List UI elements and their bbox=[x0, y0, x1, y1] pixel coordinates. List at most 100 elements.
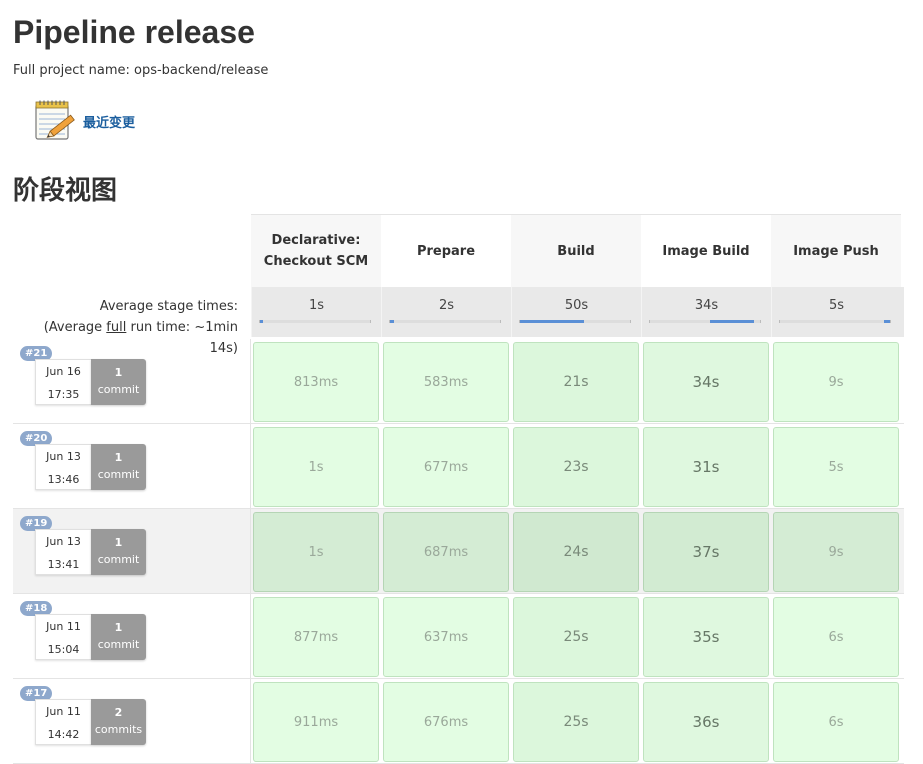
build-row[interactable]: #21 Jun 16 17:35 1 commit 813ms 583ms 21s 34s 9s bbox=[13, 339, 904, 424]
average-time-value: 5s bbox=[828, 298, 845, 313]
stage-cell-success[interactable]: 677ms bbox=[383, 427, 509, 507]
stage-header-image-build: Image Build bbox=[641, 214, 771, 287]
recent-changes-link[interactable]: 最近变更 bbox=[33, 99, 135, 143]
stage-cell-success[interactable]: 813ms bbox=[253, 342, 379, 422]
build-date: Jun 11 15:04 bbox=[35, 614, 91, 660]
stage-header-row: Declarative: Checkout SCM Prepare Build … bbox=[251, 214, 904, 287]
average-time-value: 34s bbox=[694, 298, 719, 313]
build-row[interactable]: #18 Jun 11 15:04 1 commit 877ms 637ms 25s 35s 6s bbox=[13, 594, 904, 679]
average-time-bar bbox=[649, 320, 761, 323]
build-date: Jun 16 17:35 bbox=[35, 359, 91, 405]
stage-view-table: Declarative: Checkout SCM Prepare Build … bbox=[13, 214, 904, 764]
commits-button[interactable]: 2 commits bbox=[91, 699, 146, 745]
stage-cell-success[interactable]: 25s bbox=[513, 682, 639, 762]
stage-cells: 877ms 637ms 25s 35s 6s bbox=[253, 597, 904, 677]
stage-name: Build bbox=[557, 243, 595, 259]
stage-name: Image Push bbox=[793, 243, 879, 259]
row-divider bbox=[250, 424, 251, 509]
build-date-time: 15:04 bbox=[47, 643, 80, 656]
stage-cell-success[interactable]: 676ms bbox=[383, 682, 509, 762]
average-time-bar bbox=[259, 320, 371, 323]
average-stage-times-text: Average stage times: bbox=[99, 299, 238, 314]
stage-cell-success[interactable]: 37s bbox=[643, 512, 769, 592]
commits-label: commit bbox=[97, 553, 140, 566]
average-time-cell: 2s bbox=[381, 287, 511, 337]
stage-header-build: Build bbox=[511, 214, 641, 287]
stage-header-image-push: Image Push bbox=[771, 214, 901, 287]
commits-label: commit bbox=[97, 468, 140, 481]
stage-cell-success[interactable]: 23s bbox=[513, 427, 639, 507]
stage-cells: 1s 687ms 24s 37s 9s bbox=[253, 512, 904, 592]
stage-cells: 911ms 676ms 25s 36s 6s bbox=[253, 682, 904, 762]
average-time-value: 2s bbox=[438, 298, 455, 313]
full-project-name: Full project name: ops-backend/release bbox=[13, 63, 269, 78]
build-date-time: 17:35 bbox=[47, 388, 80, 401]
stage-header-prepare: Prepare bbox=[381, 214, 511, 287]
average-time-bar-fill bbox=[710, 320, 754, 323]
stage-cell-success[interactable]: 6s bbox=[773, 682, 899, 762]
stage-cell-success[interactable]: 6s bbox=[773, 597, 899, 677]
row-divider bbox=[250, 509, 251, 594]
stage-cell-success[interactable]: 21s bbox=[513, 342, 639, 422]
build-date-time: 13:46 bbox=[47, 473, 80, 486]
stage-header-declarative-checkout: Declarative: Checkout SCM bbox=[251, 214, 381, 287]
stage-view-title: 阶段视图 bbox=[13, 176, 118, 206]
build-row[interactable]: #20 Jun 13 13:46 1 commit 1s 677ms 23s 31s 5s bbox=[13, 424, 904, 509]
row-divider bbox=[250, 339, 251, 424]
stage-cell-success[interactable]: 25s bbox=[513, 597, 639, 677]
stage-cell-success[interactable]: 35s bbox=[643, 597, 769, 677]
page-title: Pipeline release bbox=[13, 14, 255, 50]
average-time-bar bbox=[519, 320, 631, 323]
commits-count: 1 bbox=[114, 621, 123, 634]
stage-cell-success[interactable]: 637ms bbox=[383, 597, 509, 677]
commits-label: commit bbox=[97, 638, 140, 651]
stage-cell-success[interactable]: 583ms bbox=[383, 342, 509, 422]
build-date-day: Jun 13 bbox=[46, 450, 81, 463]
build-date: Jun 11 14:42 bbox=[35, 699, 91, 745]
build-row[interactable]: #19 Jun 13 13:41 1 commit 1s 687ms 24s 37s 9s bbox=[13, 509, 904, 594]
average-time-bar bbox=[779, 320, 891, 323]
recent-changes-label: 最近变更 bbox=[83, 115, 136, 131]
commits-button[interactable]: 1 commit bbox=[91, 444, 146, 490]
average-time-value: 50s bbox=[564, 298, 589, 313]
stage-cell-success[interactable]: 1s bbox=[253, 512, 379, 592]
stage-cell-success[interactable]: 687ms bbox=[383, 512, 509, 592]
average-time-value: 1s bbox=[308, 298, 325, 313]
stage-name: Image Build bbox=[662, 243, 750, 259]
stage-cell-success[interactable]: 1s bbox=[253, 427, 379, 507]
full-run-link[interactable]: full bbox=[106, 320, 126, 335]
average-time-cell: 1s bbox=[251, 287, 381, 337]
build-date-day: Jun 11 bbox=[46, 705, 81, 718]
stage-name-line2: Checkout SCM bbox=[263, 254, 369, 269]
commits-label: commits bbox=[94, 723, 143, 736]
commits-count: 1 bbox=[114, 451, 123, 464]
build-date-day: Jun 11 bbox=[46, 620, 81, 633]
stage-cell-success[interactable]: 31s bbox=[643, 427, 769, 507]
average-time-bar-fill bbox=[260, 320, 263, 323]
stage-cell-success[interactable]: 9s bbox=[773, 512, 899, 592]
row-divider bbox=[250, 594, 251, 679]
stage-cells: 1s 677ms 23s 31s 5s bbox=[253, 427, 904, 507]
stage-cell-success[interactable]: 24s bbox=[513, 512, 639, 592]
stage-cell-success[interactable]: 5s bbox=[773, 427, 899, 507]
stage-cells: 813ms 583ms 21s 34s 9s bbox=[253, 342, 904, 422]
commits-button[interactable]: 1 commit bbox=[91, 359, 146, 405]
average-time-bar-fill bbox=[520, 320, 584, 323]
stage-cell-success[interactable]: 34s bbox=[643, 342, 769, 422]
stage-cell-success[interactable]: 36s bbox=[643, 682, 769, 762]
build-date: Jun 13 13:46 bbox=[35, 444, 91, 490]
commits-count: 1 bbox=[114, 366, 123, 379]
stage-cell-success[interactable]: 9s bbox=[773, 342, 899, 422]
commits-button[interactable]: 1 commit bbox=[91, 529, 146, 575]
commits-button[interactable]: 1 commit bbox=[91, 614, 146, 660]
stage-cell-success[interactable]: 877ms bbox=[253, 597, 379, 677]
build-date-day: Jun 16 bbox=[46, 365, 81, 378]
avg-prefix: (Average bbox=[43, 320, 107, 335]
build-row[interactable]: #17 Jun 11 14:42 2 commits 911ms 676ms 25s 36s 6s bbox=[13, 679, 904, 764]
build-date-time: 14:42 bbox=[47, 728, 80, 741]
stage-cell-success[interactable]: 911ms bbox=[253, 682, 379, 762]
average-time-bar-fill bbox=[884, 320, 890, 323]
stage-name-line1: Declarative: bbox=[271, 233, 361, 248]
row-divider bbox=[250, 679, 251, 764]
build-date-time: 13:41 bbox=[47, 558, 80, 571]
